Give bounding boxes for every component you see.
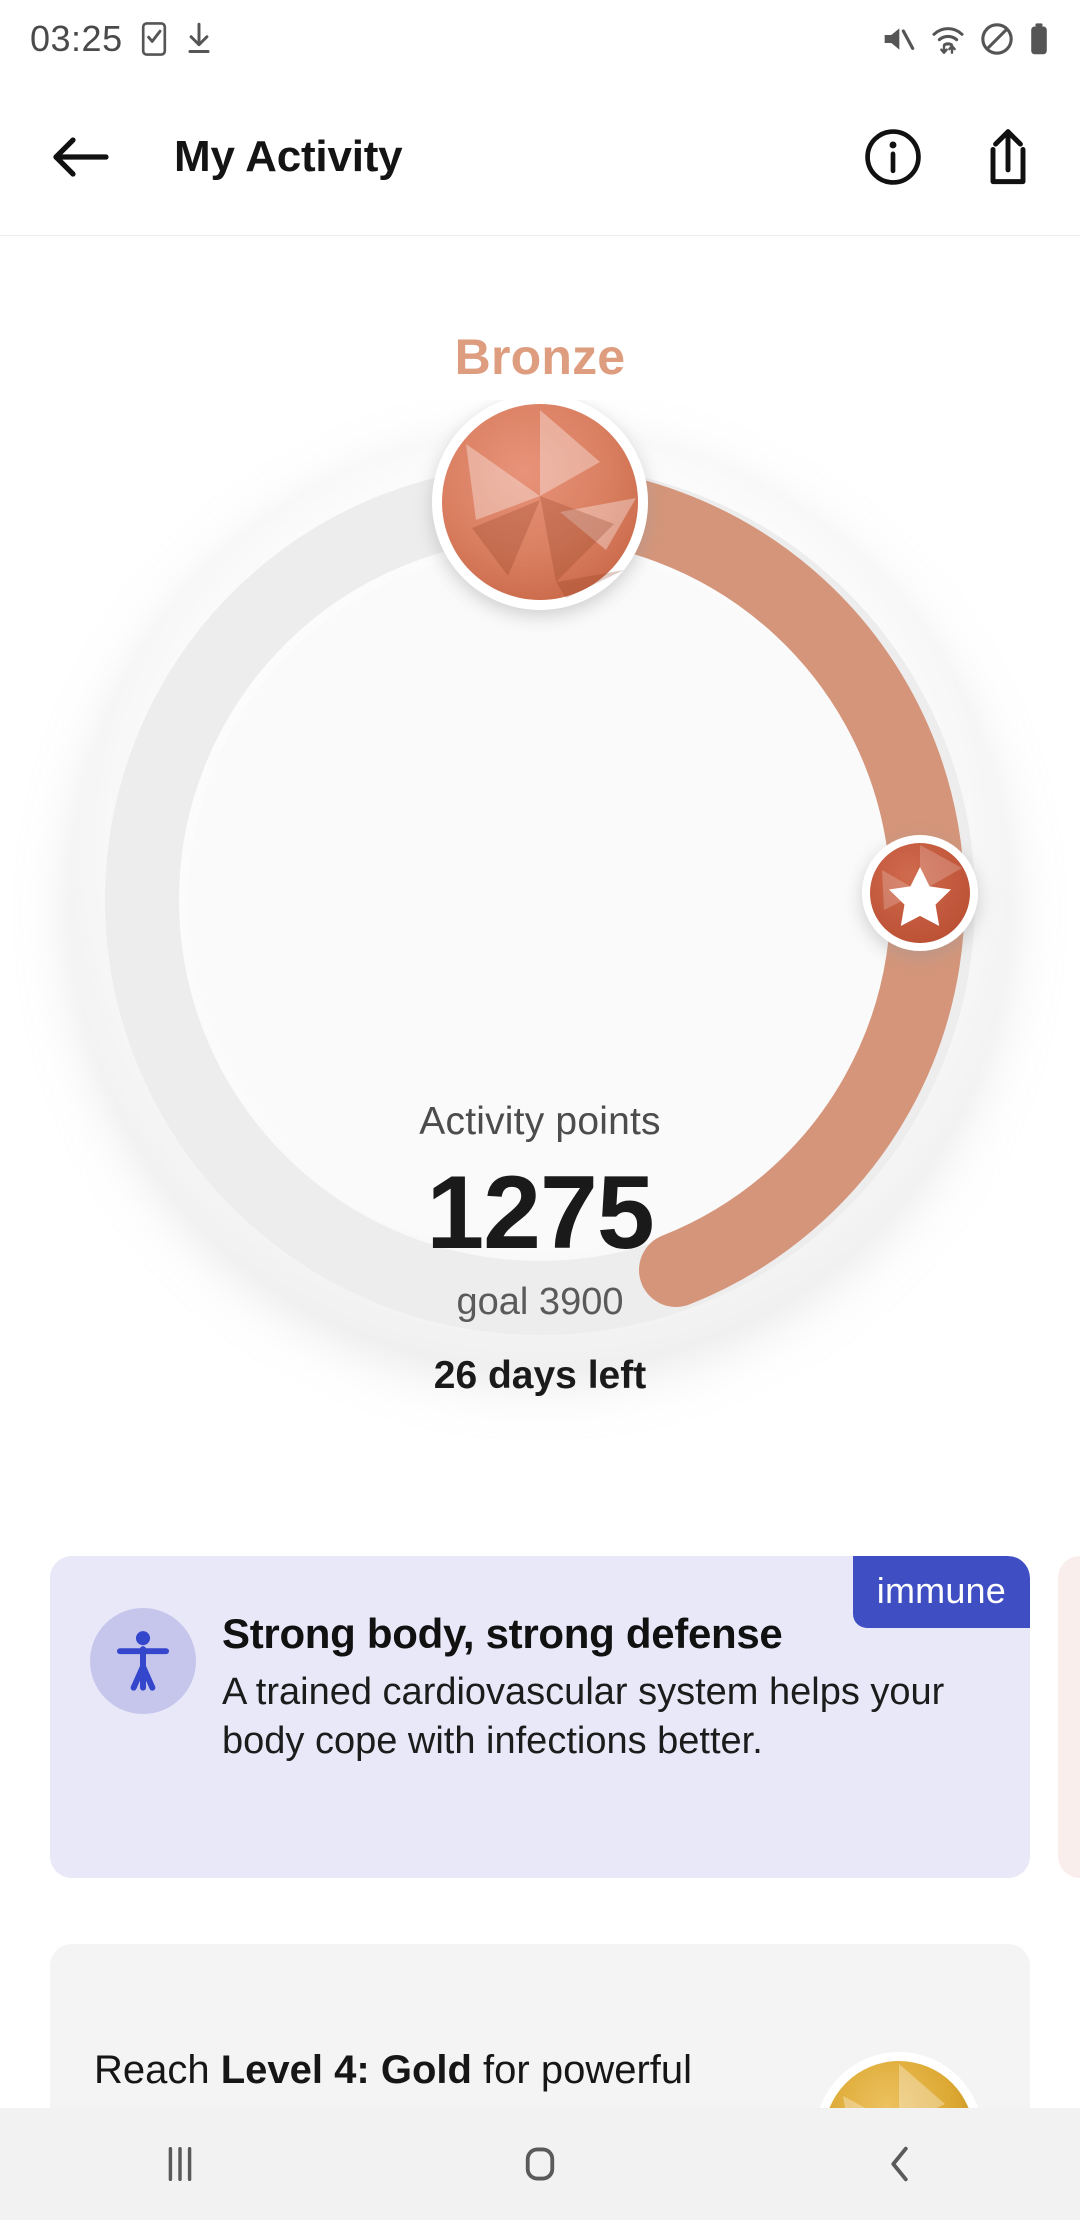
level-label: Bronze (454, 329, 626, 385)
checklist-phone-icon (141, 22, 166, 56)
do-not-disturb-icon (981, 23, 1013, 55)
wifi-data-icon (932, 27, 964, 54)
back-arrow-icon[interactable] (50, 135, 110, 179)
bronze-gem-icon (432, 400, 648, 610)
info-card-text: Strong body, strong defense A trained ca… (222, 1608, 990, 1765)
back-icon (891, 2146, 908, 2182)
next-level-text: Reach Level 4: Gold for powerful (94, 2042, 774, 2099)
home-icon (525, 2147, 555, 2181)
info-card-next-peek[interactable] (1058, 1556, 1080, 1878)
star-milestone-icon (862, 835, 978, 951)
info-card-immune[interactable]: immune Strong body, strong defense A tra… (50, 1556, 1030, 1878)
status-bar: 03:25 (0, 0, 1080, 78)
status-bar-right (880, 22, 1050, 56)
next-level-text-bold: Level 4: Gold (220, 2048, 472, 2092)
share-icon[interactable] (982, 127, 1034, 187)
card-icon-background (90, 1608, 196, 1714)
app-bar-actions (864, 127, 1034, 187)
status-bar-left: 03:25 (30, 18, 213, 60)
info-card-carousel[interactable]: immune Strong body, strong defense A tra… (0, 1556, 1080, 1896)
system-nav-bar (0, 2108, 1080, 2220)
status-bar-clock: 03:25 (30, 18, 123, 59)
next-level-text-after: for powerful (471, 2048, 693, 2092)
activity-progress-ring[interactable]: Activity points 1275 goal 3900 26 days l… (0, 400, 1080, 1440)
download-icon (188, 22, 210, 53)
nav-back-button[interactable] (720, 2141, 1080, 2187)
mute-icon (884, 28, 915, 50)
accessibility-person-icon (116, 1631, 170, 1691)
page-title: My Activity (174, 131, 403, 181)
info-icon[interactable] (864, 128, 922, 186)
info-card-description: A trained cardiovascular system helps yo… (222, 1671, 945, 1762)
app-bar: My Activity (0, 78, 1080, 236)
recents-icon (168, 2146, 192, 2182)
nav-home-button[interactable] (360, 2141, 720, 2187)
nav-recents-button[interactable] (0, 2141, 360, 2187)
status-badge: immune (852, 1556, 1030, 1628)
progress-ring-graphic (70, 400, 1010, 1370)
next-level-text-before: Reach (94, 2048, 221, 2092)
battery-icon (1031, 23, 1047, 55)
